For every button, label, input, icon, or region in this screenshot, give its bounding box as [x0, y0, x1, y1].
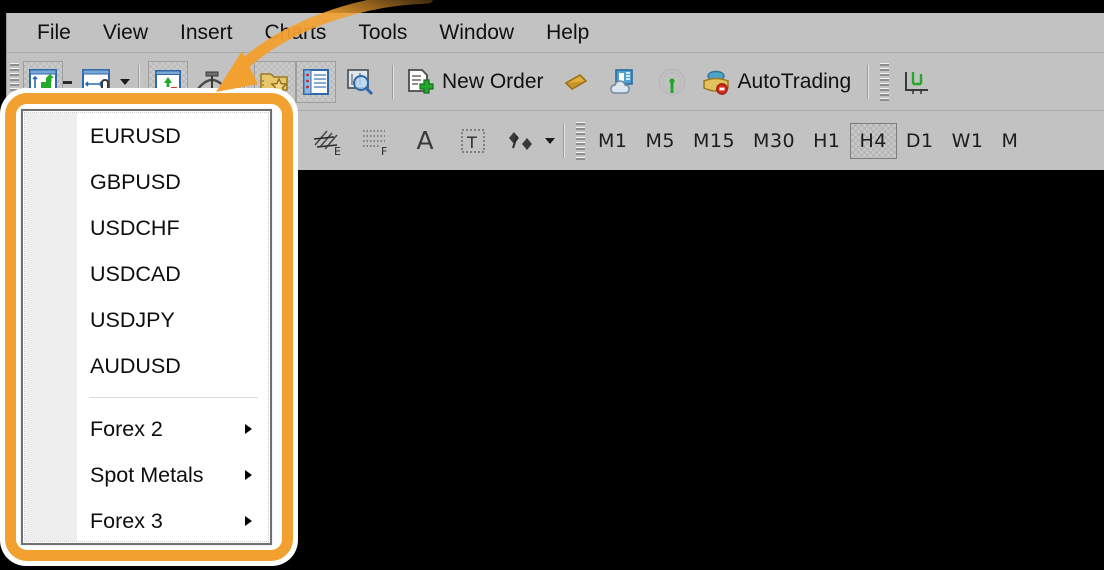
menu-item-usdchf[interactable]: USDCHF — [77, 205, 268, 251]
crosshair-icon — [905, 72, 929, 94]
menu-item-gbpusd[interactable]: GBPUSD — [77, 159, 268, 205]
timeframe-m1[interactable]: M1 — [589, 124, 636, 158]
svg-text:E: E — [334, 145, 341, 157]
menu-item-audusd[interactable]: AUDUSD — [77, 343, 268, 389]
text-tool-glyph: A — [416, 126, 434, 155]
new-order-icon — [408, 69, 434, 94]
fibonacci-button[interactable]: F — [353, 120, 401, 162]
menu-help[interactable]: Help — [530, 19, 605, 47]
menu-separator — [89, 397, 258, 398]
menu-item-label: USDCAD — [90, 261, 181, 286]
menu-item-label: EURUSD — [90, 123, 181, 148]
terminal-toolbar-button[interactable] — [296, 61, 336, 103]
signals-icon — [658, 68, 686, 96]
menu-item-label: AUDUSD — [90, 353, 181, 378]
svg-text:T: T — [466, 133, 477, 152]
menu-item-label: Spot Metals — [90, 462, 204, 487]
shapes-dropdown-caret[interactable] — [545, 137, 555, 144]
crosshair-button[interactable] — [893, 61, 941, 103]
mql5-community-icon — [609, 69, 633, 94]
metaeditor-button[interactable] — [552, 61, 600, 103]
menu-tools[interactable]: Tools — [342, 19, 423, 47]
menu-item-usdjpy[interactable]: USDJPY — [77, 297, 268, 343]
profiles-dropdown-caret[interactable] — [120, 79, 130, 85]
toolbar-separator — [563, 123, 565, 158]
strategy-tester-icon — [347, 69, 374, 96]
text-label-button[interactable]: T — [449, 120, 497, 162]
timeframe-h1[interactable]: H1 — [804, 124, 849, 158]
menu-item-usdcad[interactable]: USDCAD — [77, 251, 268, 297]
signals-button[interactable] — [648, 61, 696, 103]
submenu-arrow-icon — [245, 516, 252, 526]
menu-item-label: USDCHF — [90, 215, 180, 240]
svg-text:F: F — [381, 145, 387, 157]
menu-item-label: USDJPY — [90, 307, 175, 332]
menu-item-spot-metals[interactable]: Spot Metals — [77, 452, 268, 498]
menu-view[interactable]: View — [87, 19, 164, 47]
toolbar-separator — [392, 65, 394, 99]
application-window: File View Insert Charts Tools Window Hel… — [0, 0, 1104, 570]
timeframe-m15[interactable]: M15 — [684, 124, 744, 158]
fibonacci-icon: F — [363, 129, 387, 157]
shapes-button[interactable] — [497, 120, 545, 162]
timeframe-h4[interactable]: H4 — [849, 122, 897, 159]
autotrading-button[interactable]: AutoTrading — [696, 61, 860, 103]
new-chart-symbol-menu: EURUSD GBPUSD USDCHF USDCAD USDJPY AUDUS… — [21, 109, 272, 545]
equidistant-channel-button[interactable]: E — [305, 120, 353, 162]
menu-bar: File View Insert Charts Tools Window Hel… — [7, 13, 1104, 53]
new-chart-dropdown-indicator[interactable] — [63, 80, 72, 84]
toolbar-separator — [867, 65, 870, 99]
menu-item-label: Forex 2 — [90, 416, 163, 441]
metaeditor-icon — [564, 74, 587, 90]
menu-insert[interactable]: Insert — [164, 19, 249, 47]
timeframe-w1[interactable]: W1 — [943, 124, 993, 158]
menu-item-eurusd[interactable]: EURUSD — [77, 113, 268, 159]
menu-file[interactable]: File — [21, 19, 87, 47]
menu-item-forex-2[interactable]: Forex 2 — [77, 406, 268, 452]
equidistant-channel-icon: E — [313, 129, 341, 157]
autotrading-label: AutoTrading — [737, 70, 852, 93]
menu-item-forex-3[interactable]: Forex 3 — [77, 498, 268, 544]
submenu-arrow-icon — [245, 424, 252, 434]
menu-charts[interactable]: Charts — [249, 19, 343, 47]
timeframe-m30[interactable]: M30 — [744, 124, 804, 158]
new-order-label: New Order — [442, 70, 544, 93]
timeframe-d1[interactable]: D1 — [897, 124, 943, 158]
menu-icon-gutter — [25, 113, 77, 541]
menu-item-label: Forex 3 — [90, 508, 163, 533]
toolbar-grip[interactable] — [576, 121, 585, 160]
shapes-icon — [509, 131, 532, 150]
text-label-icon: T — [461, 128, 485, 153]
toolbar-grip[interactable] — [880, 63, 890, 101]
menu-item-label: GBPUSD — [90, 169, 181, 194]
new-order-button[interactable]: New Order — [402, 61, 552, 103]
menu-item-list: EURUSD GBPUSD USDCHF USDCAD USDJPY AUDUS… — [77, 113, 268, 541]
text-tool-button[interactable]: A — [401, 120, 449, 162]
mql5-community-button[interactable] — [600, 61, 648, 103]
terminal-icon — [303, 69, 329, 95]
autotrading-icon — [702, 70, 729, 95]
timeframe-mn[interactable]: M — [993, 124, 1028, 158]
strategy-tester-toolbar-button[interactable] — [336, 61, 384, 103]
submenu-arrow-icon — [245, 470, 252, 480]
timeframe-m5[interactable]: M5 — [636, 124, 683, 158]
menu-window[interactable]: Window — [423, 19, 530, 47]
